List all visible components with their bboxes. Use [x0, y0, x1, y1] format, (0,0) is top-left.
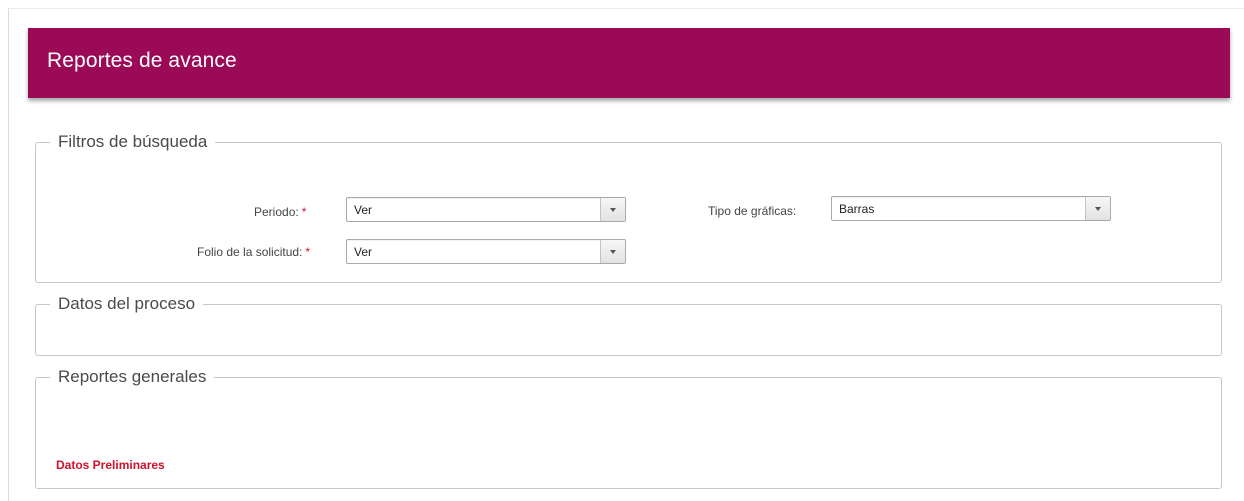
folio-select[interactable]: Ver: [346, 239, 626, 264]
general-reports-legend: Reportes generales: [50, 366, 215, 388]
tipo-graficas-label: Tipo de gráficas:: [708, 204, 797, 218]
folio-label: Folio de la solicitud: *: [197, 245, 310, 259]
folio-label-text: Folio de la solicitud:: [197, 245, 303, 259]
process-data-legend: Datos del proceso: [50, 293, 204, 315]
folio-required-mark: *: [305, 245, 311, 259]
folio-select-value: Ver: [354, 245, 373, 259]
periodo-label-text: Periodo:: [254, 205, 299, 219]
process-data-panel: Datos del proceso: [35, 293, 1222, 356]
general-reports-panel: Reportes generales Datos Preliminares: [35, 366, 1222, 489]
periodo-select[interactable]: Ver: [346, 197, 626, 222]
chevron-down-icon[interactable]: [1085, 197, 1110, 220]
page-header: Reportes de avance: [28, 28, 1230, 98]
preliminary-data-note: Datos Preliminares: [56, 458, 165, 472]
search-filters-panel: Filtros de búsqueda Periodo: * Ver Tipo d…: [35, 131, 1222, 283]
periodo-select-value: Ver: [354, 203, 373, 217]
tipo-graficas-select-value: Barras: [839, 202, 875, 216]
periodo-label: Periodo: *: [254, 205, 306, 219]
search-filters-legend: Filtros de búsqueda: [50, 131, 216, 153]
tipo-graficas-select[interactable]: Barras: [831, 196, 1111, 221]
chevron-down-icon[interactable]: [600, 240, 625, 263]
periodo-required-mark: *: [301, 205, 307, 219]
page-title: Reportes de avance: [47, 49, 237, 72]
chevron-down-icon[interactable]: [600, 198, 625, 221]
